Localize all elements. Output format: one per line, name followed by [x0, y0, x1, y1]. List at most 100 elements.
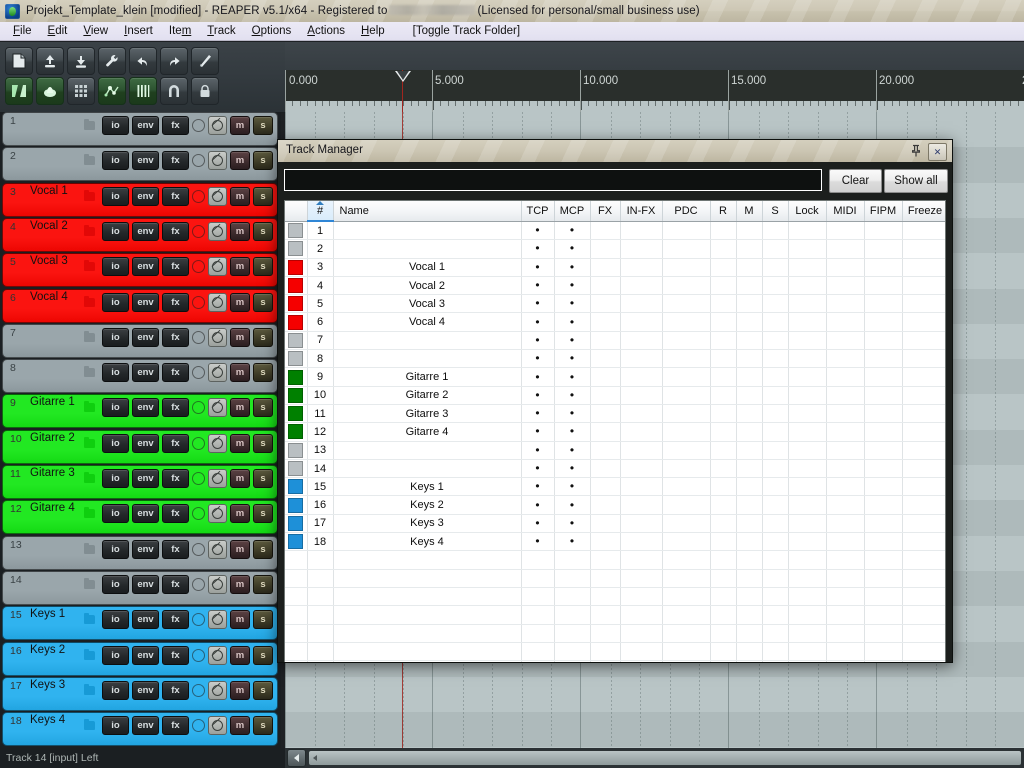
track-color-cell[interactable] — [285, 386, 308, 405]
solo-button[interactable]: s — [253, 433, 273, 453]
solo-button[interactable]: s — [253, 574, 273, 594]
table-row[interactable]: 6 Vocal 4 • • — [285, 312, 945, 332]
cell-in-fx[interactable] — [620, 495, 663, 515]
cell-midi[interactable] — [826, 258, 865, 277]
cell-r[interactable] — [710, 258, 737, 277]
env-button[interactable]: env — [132, 716, 159, 736]
cell-tcp[interactable]: • — [521, 514, 555, 534]
cell-pdc[interactable] — [662, 349, 711, 369]
track-name[interactable]: Keys 3 — [30, 679, 84, 691]
table-row[interactable]: 9 Gitarre 1 • • — [285, 367, 945, 387]
cell-pdc[interactable] — [662, 495, 711, 515]
record-arm-button[interactable] — [192, 436, 205, 450]
phase-invert-icon[interactable] — [208, 151, 227, 171]
io-button[interactable]: io — [102, 221, 129, 241]
solo-button[interactable]: s — [253, 292, 273, 312]
folder-icon[interactable] — [84, 648, 95, 660]
cell-fx[interactable] — [590, 258, 621, 277]
io-button[interactable]: io — [102, 186, 129, 206]
cell-freeze[interactable] — [902, 422, 945, 442]
phase-invert-icon[interactable] — [208, 363, 227, 383]
cell-r[interactable] — [710, 404, 737, 424]
cell-in-fx[interactable] — [620, 459, 663, 479]
cell-in-fx[interactable] — [620, 239, 663, 259]
fx-button[interactable]: fx — [162, 151, 189, 171]
cell-midi[interactable] — [826, 239, 865, 259]
io-button[interactable]: io — [102, 327, 129, 347]
fx-button[interactable]: fx — [162, 327, 189, 347]
cell-fipm[interactable] — [864, 239, 903, 259]
cell-mcp[interactable]: • — [554, 258, 591, 277]
redo-icon[interactable] — [160, 47, 188, 75]
record-arm-button[interactable] — [192, 154, 205, 168]
column-header-fx[interactable]: FX — [590, 201, 621, 222]
menu-item-options[interactable]: Options — [244, 24, 300, 38]
open-project-icon[interactable] — [36, 47, 64, 75]
phase-invert-icon[interactable] — [208, 257, 227, 277]
scrollbar-thumb[interactable] — [308, 750, 1022, 766]
record-arm-button[interactable] — [192, 189, 205, 203]
folder-icon[interactable] — [84, 542, 95, 554]
cell-r[interactable] — [710, 239, 737, 259]
cell-lock[interactable] — [788, 331, 827, 351]
cell-pdc[interactable] — [662, 386, 711, 405]
record-arm-button[interactable] — [192, 507, 205, 521]
menu-item-edit[interactable]: Edit — [40, 24, 76, 38]
cell-fx[interactable] — [590, 404, 621, 424]
clear-button[interactable]: Clear — [829, 169, 882, 193]
cell-in-fx[interactable] — [620, 294, 663, 314]
cell-fx[interactable] — [590, 367, 621, 387]
mute-button[interactable]: m — [230, 363, 250, 383]
solo-button[interactable]: s — [253, 504, 273, 524]
phase-invert-icon[interactable] — [208, 574, 227, 594]
table-row[interactable]: 3 Vocal 1 • • — [285, 258, 945, 277]
folder-icon[interactable] — [84, 224, 95, 236]
track-name[interactable]: Gitarre 1 — [30, 396, 84, 408]
track-header[interactable]: 7 io env fx m s — [2, 323, 278, 358]
cell-lock[interactable] — [788, 294, 827, 314]
loop-icon[interactable] — [160, 77, 188, 105]
cell-tcp[interactable]: • — [521, 276, 555, 296]
cell-lock[interactable] — [788, 367, 827, 387]
crossfade-icon[interactable] — [5, 77, 33, 105]
folder-icon[interactable] — [84, 260, 95, 272]
cell-pdc[interactable] — [662, 532, 711, 552]
cell-s[interactable] — [762, 441, 789, 460]
cell-fx[interactable] — [590, 276, 621, 296]
io-button[interactable]: io — [102, 610, 129, 630]
table-row[interactable]: 7 • • — [285, 331, 945, 351]
cell-fipm[interactable] — [864, 477, 903, 497]
cell-tcp[interactable]: • — [521, 312, 555, 332]
cell-mcp[interactable]: • — [554, 349, 591, 369]
folder-icon[interactable] — [84, 507, 95, 519]
cell-lock[interactable] — [788, 514, 827, 534]
cell-pdc[interactable] — [662, 294, 711, 314]
env-button[interactable]: env — [132, 680, 159, 700]
solo-button[interactable]: s — [253, 116, 273, 135]
menu-item-view[interactable]: View — [75, 24, 116, 38]
cell-lock[interactable] — [788, 422, 827, 442]
cell-fx[interactable] — [590, 441, 621, 460]
lock-icon[interactable] — [191, 77, 219, 105]
env-button[interactable]: env — [132, 504, 159, 524]
io-button[interactable]: io — [102, 257, 129, 277]
fx-button[interactable]: fx — [162, 398, 189, 418]
mute-button[interactable]: m — [230, 680, 250, 700]
cell-fx[interactable] — [590, 239, 621, 259]
table-row[interactable]: 16 Keys 2 • • — [285, 495, 945, 515]
track-header[interactable]: 12 Gitarre 4 io env fx m s — [2, 500, 278, 535]
track-name[interactable]: Vocal 2 — [30, 220, 84, 232]
cell-track-name[interactable] — [333, 239, 522, 259]
cell-lock[interactable] — [788, 276, 827, 296]
cell-in-fx[interactable] — [620, 312, 663, 332]
fx-button[interactable]: fx — [162, 186, 189, 206]
cell-m[interactable] — [736, 495, 763, 515]
cell-freeze[interactable] — [902, 532, 945, 552]
cell-lock[interactable] — [788, 532, 827, 552]
cell-r[interactable] — [710, 477, 737, 497]
folder-icon[interactable] — [84, 330, 95, 342]
cell-m[interactable] — [736, 532, 763, 552]
io-button[interactable]: io — [102, 292, 129, 312]
io-button[interactable]: io — [102, 504, 129, 524]
cell-mcp[interactable]: • — [554, 367, 591, 387]
